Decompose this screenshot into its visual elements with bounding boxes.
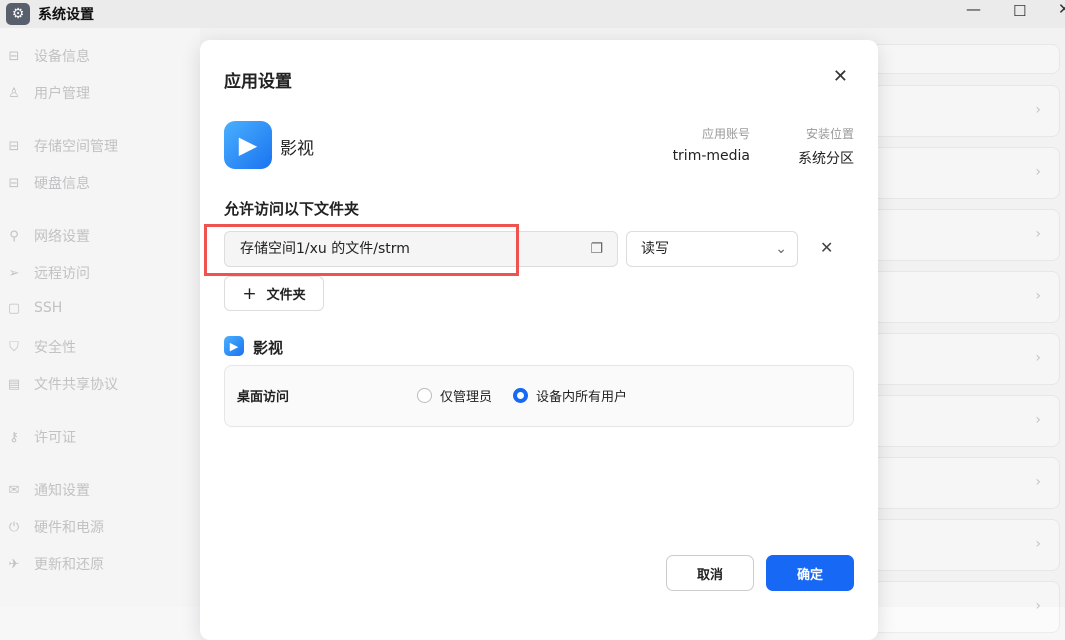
desktop-access-panel: 桌面访问 仅管理员 设备内所有用户 — [224, 365, 854, 427]
close-icon[interactable]: ✕ — [833, 66, 848, 87]
radio-label: 仅管理员 — [440, 390, 493, 405]
highlight-box — [204, 224, 519, 276]
location-label: 安装位置 — [805, 127, 854, 141]
remove-folder-icon[interactable]: ✕ — [820, 238, 833, 257]
account-value: trim-media — [672, 148, 750, 164]
dialog-title: 应用设置 — [224, 72, 292, 92]
account-label: 应用账号 — [701, 127, 750, 141]
cancel-button[interactable]: 取消 — [666, 555, 754, 591]
radio-admin-only[interactable]: 仅管理员 — [417, 386, 492, 405]
app-name: 影视 — [280, 139, 314, 159]
plus-icon: + — [242, 283, 257, 304]
permission-select[interactable]: 读写 ⌄ — [626, 231, 798, 267]
app-account: 应用账号 trim-media — [673, 125, 750, 164]
radio-button[interactable] — [513, 388, 528, 403]
radio-label: 设备内所有用户 — [536, 390, 628, 405]
location-value: 系统分区 — [798, 151, 854, 167]
folders-heading: 允许访问以下文件夹 — [224, 200, 360, 218]
section-app-name: 影视 — [253, 339, 284, 357]
add-folder-label: 文件夹 — [266, 288, 306, 303]
chevron-down-icon: ⌄ — [775, 241, 787, 257]
radio-button[interactable] — [417, 388, 432, 403]
video-app-small-icon: ▶ — [224, 336, 244, 356]
app-settings-dialog: 应用设置 ✕ ▶ 影视 应用账号 trim-media 安装位置 系统分区 允许… — [200, 40, 878, 640]
confirm-button[interactable]: 确定 — [766, 555, 854, 591]
install-location: 安装位置 系统分区 — [798, 125, 854, 168]
copy-icon[interactable]: ❐ — [590, 232, 603, 266]
video-app-icon: ▶ — [224, 121, 272, 169]
permission-value: 读写 — [641, 241, 669, 257]
add-folder-button[interactable]: + 文件夹 — [224, 276, 324, 311]
desktop-access-label: 桌面访问 — [237, 390, 290, 405]
radio-all-users[interactable]: 设备内所有用户 — [513, 386, 627, 405]
